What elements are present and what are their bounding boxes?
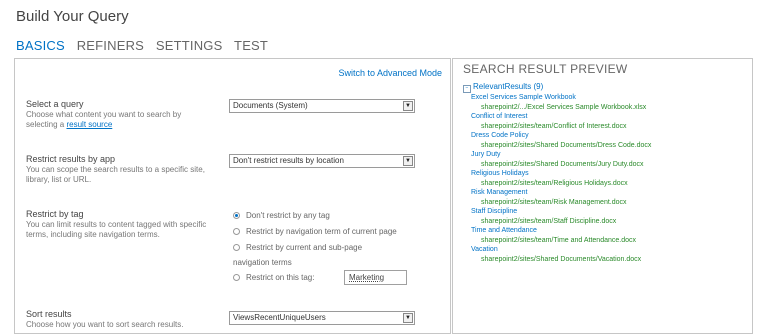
tab-settings[interactable]: SETTINGS bbox=[156, 38, 223, 53]
result-url: sharepoint2/.../Excel Services Sample Wo… bbox=[481, 103, 647, 111]
search-result-preview-panel: SEARCH RESULT PREVIEW − RelevantResults (… bbox=[452, 58, 753, 334]
collapse-icon[interactable]: − bbox=[463, 85, 471, 93]
list-item[interactable]: Risk Management sharepoint2/sites/team/R… bbox=[471, 188, 651, 207]
result-title[interactable]: Staff Discipline bbox=[471, 207, 651, 217]
restrict-tag-heading: Restrict by tag bbox=[26, 209, 84, 219]
result-title[interactable]: Jury Duty bbox=[471, 150, 651, 160]
result-title[interactable]: Risk Management bbox=[471, 188, 651, 198]
result-url: sharepoint2/sites/team/Risk Management.d… bbox=[481, 198, 627, 206]
restrict-app-heading: Restrict results by app bbox=[26, 154, 116, 164]
result-group-root[interactable]: − RelevantResults (9) bbox=[463, 82, 651, 93]
select-query-heading: Select a query bbox=[26, 99, 84, 109]
list-item[interactable]: Conflict of Interest sharepoint2/sites/t… bbox=[471, 112, 651, 131]
query-dropdown[interactable]: Documents (System) ▼ bbox=[229, 99, 415, 113]
list-item[interactable]: Staff Discipline sharepoint2/sites/team/… bbox=[471, 207, 651, 226]
list-item[interactable]: Time and Attendance sharepoint2/sites/te… bbox=[471, 226, 651, 245]
result-url: sharepoint2/sites/team/Conflict of Inter… bbox=[481, 122, 627, 130]
result-url: sharepoint2/sites/team/Time and Attendan… bbox=[481, 236, 636, 244]
basics-panel: Switch to Advanced Mode Select a query C… bbox=[14, 58, 451, 334]
radio-current-subpage-cont: navigation terms bbox=[233, 258, 292, 267]
chevron-down-icon[interactable]: ▼ bbox=[403, 313, 413, 323]
list-item[interactable]: Vacation sharepoint2/sites/Shared Docume… bbox=[471, 245, 651, 264]
list-item[interactable]: Dress Code Policy sharepoint2/sites/Shar… bbox=[471, 131, 651, 150]
result-title[interactable]: Conflict of Interest bbox=[471, 112, 651, 122]
result-list: − RelevantResults (9) Excel Services Samp… bbox=[463, 82, 651, 264]
tab-refiners[interactable]: REFINERS bbox=[77, 38, 144, 53]
radio-icon[interactable] bbox=[233, 274, 240, 281]
radio-current-subpage[interactable]: Restrict by current and sub-page bbox=[233, 243, 362, 253]
preview-title: SEARCH RESULT PREVIEW bbox=[463, 62, 628, 76]
result-url: sharepoint2/sites/team/Religious Holiday… bbox=[481, 179, 628, 187]
radio-this-tag[interactable]: Restrict on this tag: bbox=[233, 273, 314, 283]
result-url: sharepoint2/sites/Shared Documents/Jury … bbox=[481, 160, 644, 168]
query-dropdown-value: Documents (System) bbox=[233, 101, 308, 110]
result-source-link[interactable]: result source bbox=[66, 120, 112, 129]
tab-bar: BASICS REFINERS SETTINGS TEST bbox=[16, 38, 276, 53]
result-title[interactable]: Excel Services Sample Workbook bbox=[471, 93, 651, 103]
sort-section: Sort results Choose how you want to sort… bbox=[26, 309, 211, 330]
restrict-app-desc: You can scope the search results to a sp… bbox=[26, 165, 205, 184]
tab-basics[interactable]: BASICS bbox=[16, 38, 65, 53]
result-title[interactable]: Religious Holidays bbox=[471, 169, 651, 179]
sort-heading: Sort results bbox=[26, 309, 72, 319]
tab-test[interactable]: TEST bbox=[234, 38, 268, 53]
switch-advanced-mode-link[interactable]: Switch to Advanced Mode bbox=[338, 68, 442, 78]
sort-dropdown-value: ViewsRecentUniqueUsers bbox=[233, 313, 326, 322]
restrict-app-dropdown[interactable]: Don't restrict results by location ▼ bbox=[229, 154, 415, 168]
result-title[interactable]: Vacation bbox=[471, 245, 651, 255]
sort-dropdown[interactable]: ViewsRecentUniqueUsers ▼ bbox=[229, 311, 415, 325]
radio-no-tag[interactable]: Don't restrict by any tag bbox=[233, 211, 330, 221]
chevron-down-icon[interactable]: ▼ bbox=[403, 156, 413, 166]
result-title[interactable]: Time and Attendance bbox=[471, 226, 651, 236]
restrict-tag-desc: You can limit results to content tagged … bbox=[26, 220, 207, 239]
list-item[interactable]: Religious Holidays sharepoint2/sites/tea… bbox=[471, 169, 651, 188]
radio-icon[interactable] bbox=[233, 244, 240, 251]
restrict-tag-section: Restrict by tag You can limit results to… bbox=[26, 209, 211, 240]
radio-selected-icon[interactable] bbox=[233, 212, 240, 219]
select-query-section: Select a query Choose what content you w… bbox=[26, 99, 211, 130]
list-item[interactable]: Jury Duty sharepoint2/sites/Shared Docum… bbox=[471, 150, 651, 169]
radio-icon[interactable] bbox=[233, 228, 240, 235]
list-item[interactable]: Excel Services Sample Workbook sharepoin… bbox=[471, 93, 651, 112]
tag-input[interactable]: Marketing bbox=[344, 270, 407, 285]
radio-nav-term[interactable]: Restrict by navigation term of current p… bbox=[233, 227, 397, 237]
result-url: sharepoint2/sites/Shared Documents/Dress… bbox=[481, 141, 652, 149]
result-url: sharepoint2/sites/Shared Documents/Vacat… bbox=[481, 255, 642, 263]
restrict-app-value: Don't restrict results by location bbox=[233, 156, 344, 165]
result-title[interactable]: Dress Code Policy bbox=[471, 131, 651, 141]
restrict-app-section: Restrict results by app You can scope th… bbox=[26, 154, 211, 185]
result-url: sharepoint2/sites/team/Staff Discipline.… bbox=[481, 217, 617, 225]
sort-desc: Choose how you want to sort search resul… bbox=[26, 320, 184, 329]
chevron-down-icon[interactable]: ▼ bbox=[403, 101, 413, 111]
page-title: Build Your Query bbox=[16, 8, 129, 25]
